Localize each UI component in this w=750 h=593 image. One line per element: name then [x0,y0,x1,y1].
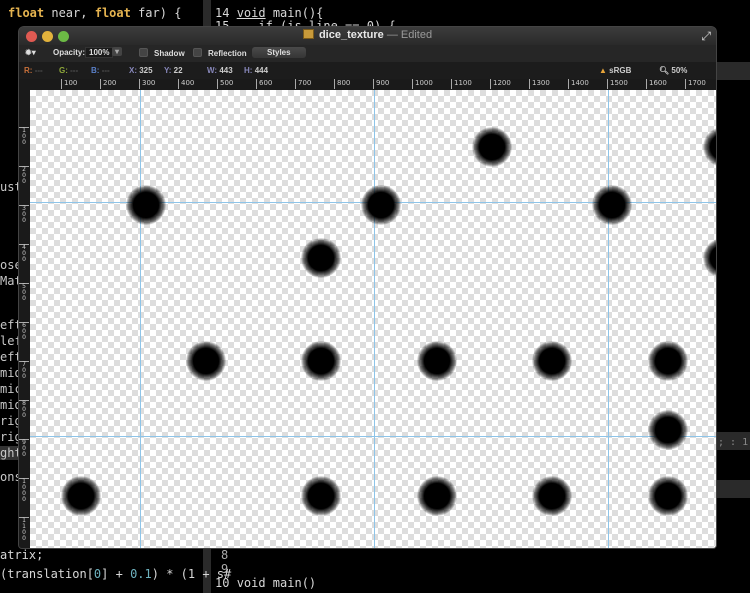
colorspace-icon: ▲ [599,66,607,75]
ruler-tick-label: 900 [373,79,389,89]
toolbar: ✹▾ Opacity: 100% ▾ Shadow Reflection Sty… [19,45,716,62]
opacity-label: Opacity: [53,48,86,57]
height-readout: H: 444 [244,66,269,75]
colorspace-readout[interactable]: ▲ sRGB [599,66,631,75]
dice-pip [416,340,457,381]
code-line-signature: float float near, float far) {near, floa… [8,6,182,20]
ruler-tick-label: 8 0 0 [19,400,29,419]
blue-readout: B: --- [91,66,110,75]
shadow-checkbox[interactable]: Shadow [139,48,185,58]
image-canvas[interactable] [30,90,716,548]
reflection-check-box[interactable] [193,48,202,57]
ruler-tick-label: 1200 [490,79,511,89]
guide-vertical[interactable] [374,90,375,548]
guide-horizontal[interactable] [30,436,716,437]
right-side-strip: ; : 1 [716,432,750,450]
ruler-tick-label: 1 1 0 0 [19,517,29,542]
ruler-tick-label: 1 0 0 [19,127,29,146]
dice-pip [301,475,342,516]
green-readout: G: --- [59,66,79,75]
info-bar: R: --- G: --- B: --- X: 325 Y: 22 W: 443… [19,62,716,79]
ruler-tick-label: 100 [61,79,77,89]
zoom-readout[interactable]: 🔍︎ 50% [659,66,687,75]
ruler-tick-label: 9 0 0 [19,439,29,458]
guide-vertical[interactable] [608,90,609,548]
ruler-tick-label: 800 [334,79,350,89]
title-bar[interactable]: dice_texture — Edited ⤢ [19,27,716,45]
red-readout: R: --- [24,66,43,75]
dice-pip [703,127,716,168]
styles-button[interactable]: Styles [252,47,306,58]
dice-pip [60,475,101,516]
code-line-translation: (translation[0] + 0.1) * (1 + s# [0,567,232,581]
code-line-matrix: atrix; [0,548,44,562]
dice-pip [532,475,573,516]
dice-pip [703,238,716,279]
ruler-tick-label: 6 0 0 [19,322,29,341]
ruler-tick-label: 7 0 0 [19,361,29,380]
dice-pip [125,184,166,225]
ruler-tick-label: 600 [256,79,272,89]
y-readout: Y: 22 [164,66,183,75]
ruler-tick-label: 500 [217,79,233,89]
vertical-ruler[interactable]: 1 0 0 2 0 0 3 0 0 4 0 0 5 0 0 6 0 0 7 0 0 8 0 0… [19,90,30,548]
dice-pip [647,475,688,516]
document-icon [302,29,314,39]
preview-window: dice_texture — Edited ⤢ ✹▾ Opacity: 100%… [19,27,716,548]
dice-pip [647,340,688,381]
dice-pip [647,410,688,451]
ruler-tick-label: 3 0 0 [19,205,29,224]
ruler-tick-label: 1 0 0 0 [19,478,29,503]
dice-pip [416,475,457,516]
ruler-tick-label: 1300 [529,79,550,89]
dice-pip [361,184,402,225]
fullscreen-icon[interactable]: ⤢ [701,29,711,44]
right-side-strip-3 [716,62,750,80]
dice-pip [592,184,633,225]
dice-pip [301,340,342,381]
ruler-tick-label: 1700 [685,79,706,89]
ruler-tick-label: 400 [178,79,194,89]
opacity-dropdown[interactable]: ▾ [112,47,123,56]
dice-pip [532,340,573,381]
ruler-tick-label: 1400 [568,79,589,89]
dice-pip [185,340,226,381]
shadow-check-box[interactable] [139,48,148,57]
magnifier-icon: 🔍︎ [659,66,670,75]
ruler-tick-label: 5 0 0 [19,283,29,302]
guide-vertical[interactable] [140,90,141,548]
document-name: dice_texture [318,29,384,41]
width-readout: W: 443 [207,66,233,75]
x-readout: X: 325 [129,66,153,75]
dice-pip [301,238,342,279]
edited-status: — Edited [386,29,433,41]
gear-menu-icon[interactable]: ✹▾ [25,48,36,57]
window-title: dice_texture — Edited [19,29,716,41]
ruler-tick-label: 4 0 0 [19,244,29,263]
reflection-checkbox[interactable]: Reflection [193,48,247,58]
dice-pip [472,127,512,168]
ruler-tick-label: 1100 [451,79,472,89]
ruler-tick-label: 300 [139,79,155,89]
ruler-tick-label: 2 0 0 [19,166,29,185]
opacity-field[interactable]: 100% [85,47,114,58]
ruler-tick-label: 700 [295,79,311,89]
ruler-tick-label: 1500 [607,79,628,89]
ruler-tick-label: 200 [100,79,116,89]
ruler-tick-label: 1600 [646,79,667,89]
ruler-tick-label: 1000 [412,79,433,89]
right-side-strip-2 [716,480,750,498]
